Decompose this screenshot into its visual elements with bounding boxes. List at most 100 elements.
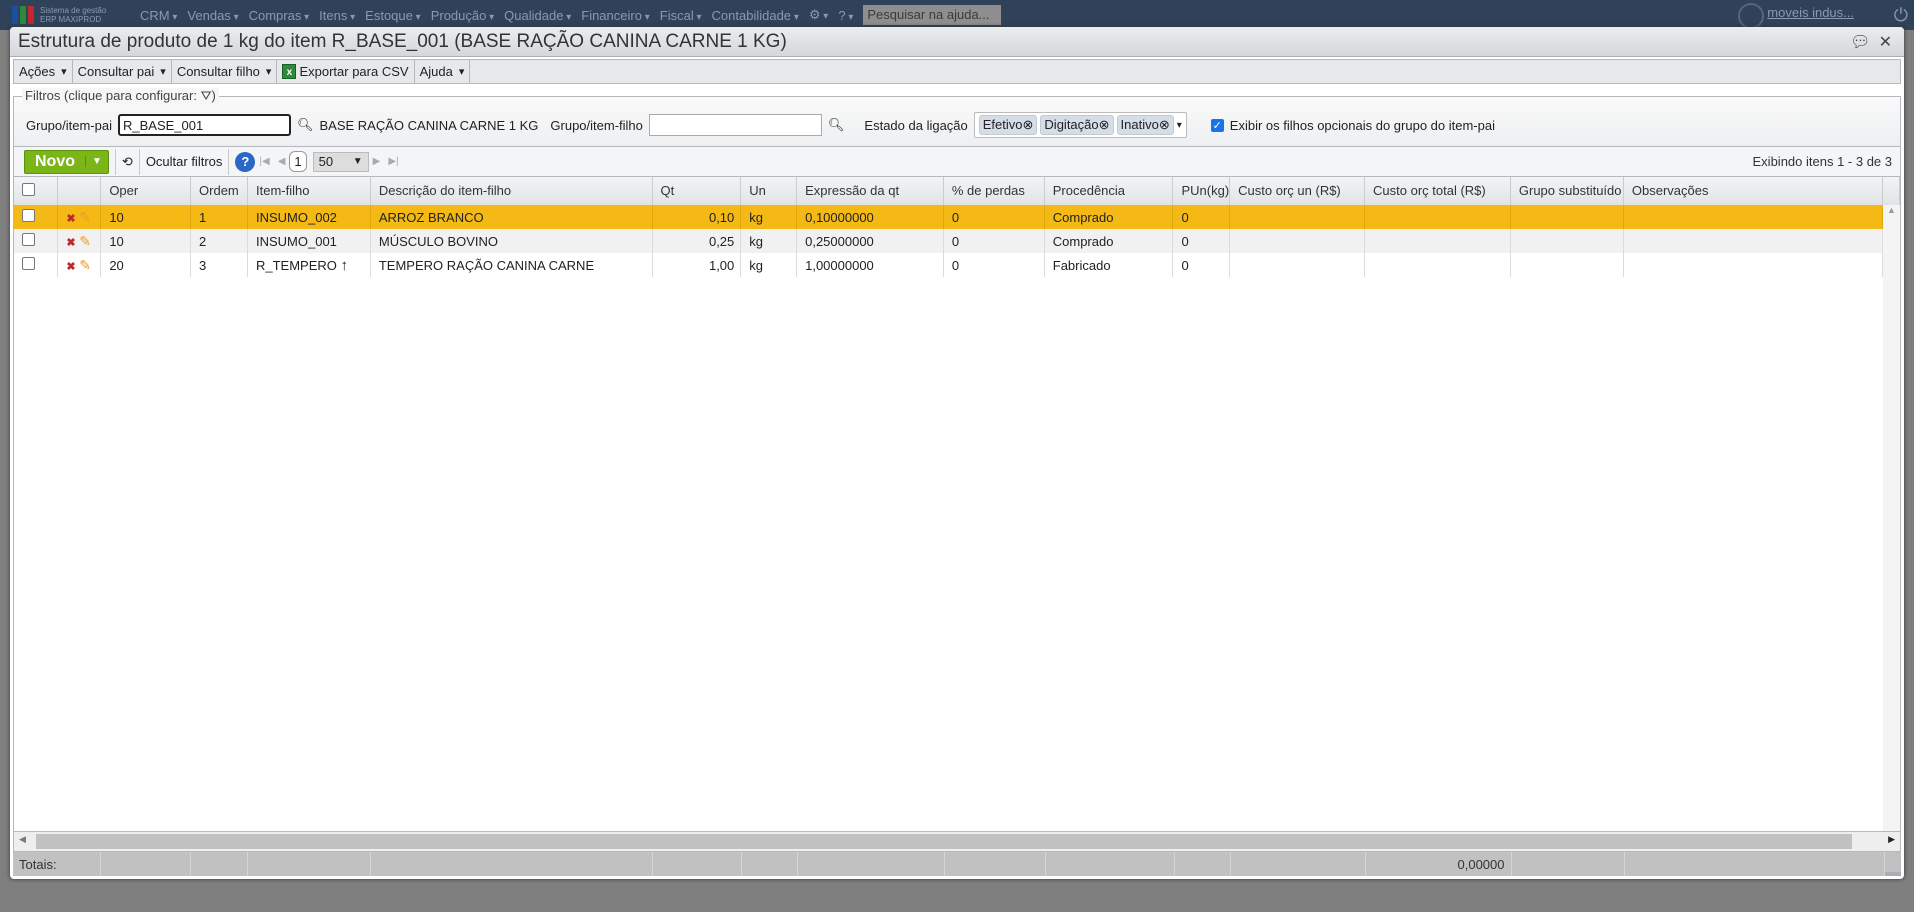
state-tag[interactable]: Digitação⊗: [1040, 115, 1114, 135]
cell-perdas: 0: [943, 205, 1045, 229]
help-search-input[interactable]: Pesquisar na ajuda...: [863, 5, 1002, 25]
cell-un: kg: [740, 205, 798, 229]
help-icon[interactable]: ?: [838, 8, 853, 23]
nav-vendas[interactable]: Vendas: [187, 8, 238, 23]
cell-qt: 0,25: [652, 229, 742, 253]
chevron-down-icon[interactable]: ▾: [1177, 120, 1182, 131]
consultar-filho-menu[interactable]: Consultar filho: [172, 60, 278, 83]
page-input[interactable]: 1: [289, 151, 307, 172]
row-checkbox[interactable]: [14, 253, 59, 277]
col-oper[interactable]: Oper: [100, 177, 192, 206]
last-page-icon[interactable]: ▶|: [388, 156, 398, 167]
cell-perdas: 0: [943, 253, 1045, 277]
child-input[interactable]: [648, 114, 822, 136]
parent-input[interactable]: R_BASE_001: [117, 114, 291, 136]
col-pun[interactable]: PUn(kg): [1172, 177, 1231, 206]
cell-item[interactable]: INSUMO_002: [256, 210, 337, 225]
state-tag[interactable]: Efetivo⊗: [978, 115, 1038, 135]
cell-oper: 10: [100, 229, 192, 253]
novo-button[interactable]: Novo ▼: [24, 149, 109, 174]
cell-item[interactable]: R_TEMPERO: [256, 258, 337, 273]
row-checkbox[interactable]: [14, 229, 59, 253]
edit-icon[interactable]: ✎: [79, 209, 91, 225]
logo[interactable]: Sistema de gestão ERP MAXIPROD: [12, 6, 140, 24]
nav-financeiro[interactable]: Financeiro: [581, 8, 650, 23]
row-checkbox[interactable]: [14, 205, 59, 229]
nav-itens[interactable]: Itens: [319, 8, 355, 23]
col-procedencia[interactable]: Procedência: [1044, 177, 1174, 206]
nav-compras[interactable]: Compras: [249, 8, 310, 23]
nav-crm[interactable]: CRM: [140, 8, 177, 23]
edit-icon[interactable]: ✎: [79, 233, 91, 249]
prev-page-icon[interactable]: ◀: [278, 156, 286, 167]
col-expressao[interactable]: Expressão da qt: [796, 177, 944, 206]
next-page-icon[interactable]: ▶: [373, 156, 381, 167]
close-icon[interactable]: ✕: [1879, 32, 1892, 52]
cell-proc: Fabricado: [1044, 253, 1174, 277]
cell-ordem: 1: [190, 205, 248, 229]
optional-children-label: Exibir os filhos opcionais do grupo do i…: [1229, 117, 1495, 133]
col-custo-un[interactable]: Custo orç un (R$): [1229, 177, 1366, 206]
nav-estoque[interactable]: Estoque: [365, 8, 421, 23]
nav-fiscal[interactable]: Fiscal: [660, 8, 702, 23]
col-qt[interactable]: Qt: [652, 177, 742, 206]
table-row[interactable]: ✖ ✎ 10 2 INSUMO_001 MÚSCULO BOVINO 0,25 …: [14, 229, 1900, 253]
totals-custo-total: 0,00000: [1365, 852, 1512, 876]
horizontal-scrollbar[interactable]: ◀ ▶: [13, 832, 1901, 852]
nav-qualidade[interactable]: Qualidade: [504, 8, 571, 23]
delete-icon[interactable]: ✖: [66, 237, 75, 249]
toolbar: Ações Consultar pai Consultar filho xExp…: [13, 59, 1901, 84]
col-perdas[interactable]: % de perdas: [943, 177, 1045, 206]
arrow-up-icon[interactable]: ↑: [341, 257, 349, 274]
gear-icon[interactable]: ⚙: [809, 7, 828, 23]
cell-expr: 0,10000000: [796, 205, 944, 229]
vertical-scrollbar[interactable]: ▲: [1883, 205, 1900, 831]
state-multiselect[interactable]: Efetivo⊗ Digitação⊗ Inativo⊗ ▾: [973, 112, 1187, 138]
optional-children-checkbox[interactable]: ✓: [1210, 118, 1224, 132]
table-row[interactable]: ✖ ✎ 10 1 INSUMO_002 ARROZ BRANCO 0,10 kg…: [14, 205, 1900, 229]
col-ordem[interactable]: Ordem: [190, 177, 248, 206]
filters-legend[interactable]: Filtros (clique para configurar: ⛛): [22, 88, 219, 104]
search-icon[interactable]: 🔍︎: [828, 117, 845, 133]
state-tag[interactable]: Inativo⊗: [1116, 115, 1174, 135]
filter-icon: ⛛: [200, 88, 212, 103]
nav-contabilidade[interactable]: Contabilidade: [712, 8, 799, 23]
table-row[interactable]: ✖ ✎ 20 3 R_TEMPERO ↑ TEMPERO RAÇÃO CANIN…: [14, 253, 1900, 277]
delete-icon[interactable]: ✖: [66, 213, 75, 225]
first-page-icon[interactable]: |◀: [259, 156, 269, 167]
search-icon[interactable]: 🔍︎: [297, 117, 314, 133]
hide-filters-button[interactable]: Ocultar filtros: [146, 154, 223, 169]
export-csv-button[interactable]: x Exportar para CSV: [277, 60, 415, 83]
col-item-filho[interactable]: Item-filho: [247, 177, 371, 206]
cell-oper: 10: [100, 205, 192, 229]
page-size-select[interactable]: 50 ▼: [312, 151, 369, 172]
user-link[interactable]: moveis indus...: [1767, 5, 1854, 20]
delete-icon[interactable]: ✖: [66, 261, 75, 273]
cell-un: kg: [740, 253, 798, 277]
grid-toolbar: Novo ▼ ⟲ Ocultar filtros ? |◀ ◀ 1 50 ▼ ▶ ▶…: [13, 146, 1901, 176]
excel-icon: x: [282, 64, 297, 79]
cell-desc: TEMPERO RAÇÃO CANINA CARNE: [370, 253, 653, 277]
help-icon[interactable]: ?: [235, 151, 256, 172]
cell-un: kg: [740, 229, 798, 253]
select-all[interactable]: [14, 177, 59, 206]
power-icon[interactable]: ⏻: [1894, 5, 1908, 26]
acoes-menu[interactable]: Ações: [14, 60, 73, 83]
cell-expr: 0,25000000: [796, 229, 944, 253]
export-label: Exportar para CSV: [299, 64, 409, 79]
col-observacoes[interactable]: Observações: [1623, 177, 1883, 206]
cell-item[interactable]: INSUMO_001: [256, 234, 337, 249]
cell-ordem: 2: [190, 229, 248, 253]
chat-icon[interactable]: 💬︎: [1850, 32, 1870, 52]
col-descricao[interactable]: Descrição do item-filho: [370, 177, 653, 206]
avatar[interactable]: [1738, 3, 1764, 29]
col-custo-total[interactable]: Custo orç total (R$): [1364, 177, 1511, 206]
col-grupo-substituido[interactable]: Grupo substituído: [1510, 177, 1624, 206]
structure-window: Estrutura de produto de 1 kg do item R_B…: [10, 27, 1904, 879]
consultar-pai-menu[interactable]: Consultar pai: [73, 60, 172, 83]
col-un[interactable]: Un: [740, 177, 798, 206]
edit-icon[interactable]: ✎: [79, 257, 91, 273]
nav-producao[interactable]: Produção: [431, 8, 494, 23]
ajuda-menu[interactable]: Ajuda: [415, 60, 471, 83]
refresh-icon[interactable]: ⟲: [122, 154, 133, 170]
